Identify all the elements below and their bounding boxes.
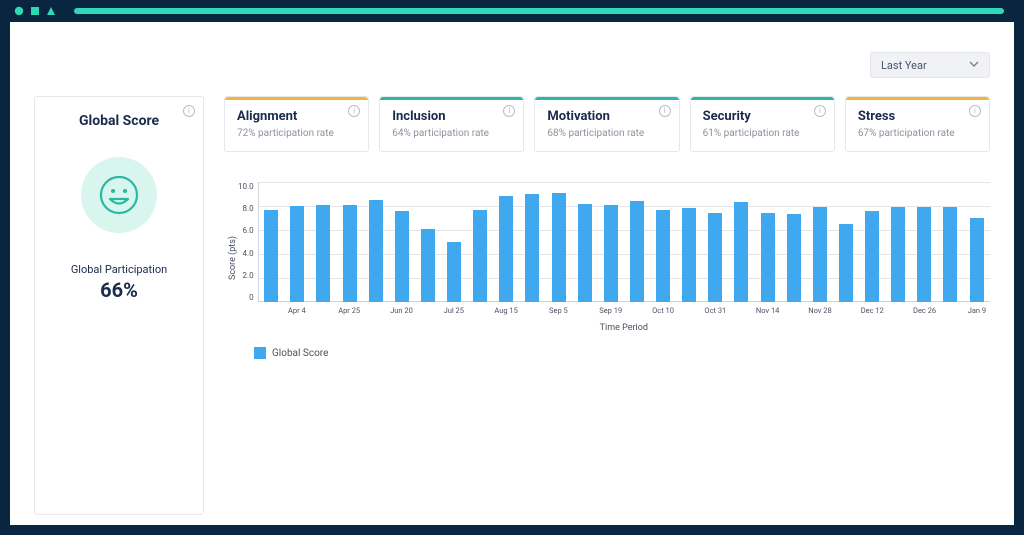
x-axis-label: Time Period bbox=[258, 323, 990, 333]
chart-bar bbox=[395, 211, 409, 302]
metric-cards-row: iAlignment72% participation rateiInclusi… bbox=[224, 96, 990, 152]
metric-subtitle: 68% participation rate bbox=[547, 128, 666, 139]
circle-icon bbox=[14, 6, 24, 16]
metric-subtitle: 67% participation rate bbox=[858, 128, 977, 139]
chart-bar bbox=[761, 213, 775, 302]
metric-card[interactable]: iAlignment 72% participation rate bbox=[224, 96, 369, 152]
chevron-down-icon bbox=[969, 59, 979, 72]
chart-bar bbox=[734, 202, 748, 302]
metric-title: Motivation bbox=[547, 109, 666, 124]
metric-title: Alignment bbox=[237, 109, 356, 124]
chart-bar bbox=[656, 210, 670, 302]
info-icon[interactable]: i bbox=[348, 105, 360, 117]
legend-swatch-icon bbox=[254, 347, 266, 359]
global-participation-label: Global Participation bbox=[71, 263, 167, 276]
info-icon[interactable]: i bbox=[503, 105, 515, 117]
chart-bar bbox=[787, 214, 801, 302]
info-icon[interactable]: i bbox=[183, 105, 195, 117]
y-axis-ticks: 10.08.06.04.02.00 bbox=[238, 182, 258, 302]
metric-card[interactable]: iStress 67% participation rate bbox=[845, 96, 990, 152]
chart-bar bbox=[473, 210, 487, 302]
chart-bar bbox=[290, 206, 304, 302]
chart-bar bbox=[682, 208, 696, 302]
info-icon[interactable]: i bbox=[659, 105, 671, 117]
square-icon bbox=[30, 6, 40, 16]
chart-bar bbox=[525, 194, 539, 302]
period-select-label: Last Year bbox=[881, 59, 927, 72]
global-participation-value: 66% bbox=[100, 278, 138, 302]
chart-bar bbox=[917, 207, 931, 302]
metric-subtitle: 64% participation rate bbox=[392, 128, 511, 139]
metric-title: Inclusion bbox=[392, 109, 511, 124]
chart-bar bbox=[264, 210, 278, 302]
chart-bars bbox=[258, 182, 990, 302]
metric-card[interactable]: iSecurity 61% participation rate bbox=[690, 96, 835, 152]
period-select[interactable]: Last Year bbox=[870, 52, 990, 78]
window-controls bbox=[14, 6, 56, 16]
chart-bar bbox=[369, 200, 383, 302]
chart-bar bbox=[604, 205, 618, 302]
browser-chrome bbox=[0, 0, 1024, 22]
address-bar bbox=[74, 8, 1004, 14]
info-icon[interactable]: i bbox=[969, 105, 981, 117]
legend-label: Global Score bbox=[272, 348, 328, 359]
triangle-icon bbox=[46, 6, 56, 16]
chart-section: Score (pts) 10.08.06.04.02.00 Apr 4Apr 2… bbox=[224, 182, 990, 515]
chart-bar bbox=[343, 205, 357, 302]
chart-bar bbox=[813, 207, 827, 302]
global-score-title: Global Score bbox=[79, 113, 159, 129]
viewport: Last Year i Global Score Global Particip… bbox=[10, 22, 1014, 525]
chart-legend: Global Score bbox=[224, 347, 990, 359]
chart-bar bbox=[421, 229, 435, 302]
chart-bar bbox=[865, 211, 879, 302]
metric-title: Security bbox=[703, 109, 822, 124]
metric-subtitle: 72% participation rate bbox=[237, 128, 356, 139]
chart-bar bbox=[499, 196, 513, 302]
y-axis-label: Score (pts) bbox=[224, 182, 238, 333]
chart-bar bbox=[316, 205, 330, 302]
smiley-icon bbox=[97, 173, 141, 217]
global-score-card: i Global Score Global Participation 66% bbox=[34, 96, 204, 515]
info-icon[interactable]: i bbox=[814, 105, 826, 117]
chart-bar bbox=[552, 193, 566, 302]
chart-bar bbox=[839, 224, 853, 302]
chart-bar bbox=[943, 207, 957, 302]
chart-bar bbox=[447, 242, 461, 302]
chart-bar bbox=[578, 204, 592, 302]
chart-bar bbox=[630, 201, 644, 302]
metric-title: Stress bbox=[858, 109, 977, 124]
metric-subtitle: 61% participation rate bbox=[703, 128, 822, 139]
chart-bar bbox=[970, 218, 984, 302]
chart-bar bbox=[708, 213, 722, 302]
global-score-emoji bbox=[81, 157, 157, 233]
chart-bar bbox=[891, 207, 905, 302]
metric-card[interactable]: iInclusion 64% participation rate bbox=[379, 96, 524, 152]
x-axis-ticks: Apr 4Apr 25Jun 20Jul 25Aug 15Sep 5Sep 19… bbox=[258, 302, 990, 315]
metric-card[interactable]: iMotivation 68% participation rate bbox=[534, 96, 679, 152]
